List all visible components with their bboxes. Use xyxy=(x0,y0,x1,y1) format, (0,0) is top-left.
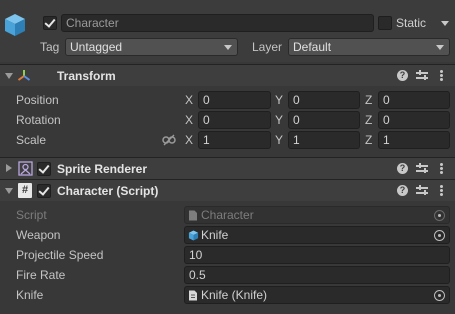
foldout-arrow-icon[interactable] xyxy=(6,164,12,172)
position-label: Position xyxy=(16,93,59,107)
static-dropdown-arrow[interactable] xyxy=(441,21,449,26)
presets-icon[interactable] xyxy=(416,185,428,196)
foldout-arrow-icon[interactable] xyxy=(5,188,13,194)
object-picker-icon[interactable] xyxy=(434,230,445,241)
fire-rate-label: Fire Rate xyxy=(16,268,66,282)
projectile-speed-field[interactable]: 10 xyxy=(184,246,450,264)
layer-value: Default xyxy=(293,40,332,54)
transform-axes-icon xyxy=(17,70,31,81)
help-icon[interactable]: ? xyxy=(397,70,408,81)
scale-y-field[interactable]: 1 xyxy=(288,131,360,149)
presets-icon[interactable] xyxy=(416,70,428,81)
cube-icon xyxy=(188,230,199,241)
cube-icon xyxy=(5,14,25,36)
sprite-renderer-title: Sprite Renderer xyxy=(57,162,148,176)
context-menu-icon[interactable] xyxy=(440,185,443,196)
character-script-header[interactable]: # Character (Script) ? xyxy=(0,179,455,201)
scale-z-label[interactable]: Z xyxy=(365,132,372,148)
transform-header[interactable]: Transform ? xyxy=(0,64,455,86)
rotation-z-field[interactable]: 0 xyxy=(378,111,450,129)
script-value: Character xyxy=(201,208,254,222)
static-checkbox[interactable] xyxy=(378,16,392,30)
sprite-renderer-enabled-checkbox[interactable] xyxy=(37,162,51,176)
projectile-speed-label: Projectile Speed xyxy=(16,248,104,262)
knife-field[interactable]: Knife (Knife) xyxy=(184,286,450,304)
position-y-field[interactable]: 0 xyxy=(288,91,360,109)
scale-x-label[interactable]: X xyxy=(185,132,193,148)
script-file-icon xyxy=(189,210,197,221)
script-component-icon xyxy=(189,290,197,301)
rotation-label: Rotation xyxy=(16,113,61,127)
help-icon[interactable]: ? xyxy=(397,185,408,196)
sprite-renderer-icon xyxy=(18,161,33,176)
sprite-renderer-header[interactable]: Sprite Renderer ? xyxy=(0,157,455,179)
knife-label: Knife xyxy=(16,288,44,302)
gameobject-header: Character Static Tag Untagged Layer Defa… xyxy=(0,0,455,62)
knife-value: Knife (Knife) xyxy=(201,288,268,302)
position-x-field[interactable]: 0 xyxy=(198,91,271,109)
rotation-y-label[interactable]: Y xyxy=(275,112,283,128)
character-script-title: Character (Script) xyxy=(57,184,159,198)
weapon-value: Knife xyxy=(201,228,229,242)
scale-x-field[interactable]: 1 xyxy=(198,131,271,149)
rotation-x-label[interactable]: X xyxy=(185,112,193,128)
presets-icon[interactable] xyxy=(416,163,428,174)
rotation-y-field[interactable]: 0 xyxy=(288,111,360,129)
scale-y-label[interactable]: Y xyxy=(275,132,283,148)
layer-label: Layer xyxy=(252,40,283,54)
scale-z-field[interactable]: 1 xyxy=(378,131,450,149)
position-z-label[interactable]: Z xyxy=(365,92,372,108)
context-menu-icon[interactable] xyxy=(440,70,443,81)
object-picker-icon[interactable] xyxy=(434,290,445,301)
character-script-enabled-checkbox[interactable] xyxy=(37,184,51,198)
csharp-script-icon: # xyxy=(18,183,32,198)
weapon-field[interactable]: Knife xyxy=(184,226,450,244)
link-icon[interactable] xyxy=(162,134,176,146)
position-z-field[interactable]: 0 xyxy=(378,91,450,109)
script-label: Script xyxy=(16,208,47,222)
script-field: Character xyxy=(184,206,450,224)
chevron-down-icon xyxy=(436,45,444,50)
layer-dropdown[interactable]: Default xyxy=(288,38,450,56)
chevron-down-icon xyxy=(224,45,232,50)
rotation-x-field[interactable]: 0 xyxy=(198,111,271,129)
scale-label: Scale xyxy=(16,133,47,147)
position-y-label[interactable]: Y xyxy=(275,92,283,108)
rotation-z-label[interactable]: Z xyxy=(365,112,372,128)
position-x-label[interactable]: X xyxy=(185,92,193,108)
object-picker-icon xyxy=(434,210,445,221)
active-checkbox[interactable] xyxy=(43,16,57,30)
fire-rate-field[interactable]: 0.5 xyxy=(184,266,450,284)
object-name-field[interactable]: Character xyxy=(61,14,374,32)
weapon-label: Weapon xyxy=(16,228,61,242)
help-icon[interactable]: ? xyxy=(397,163,408,174)
foldout-arrow-icon[interactable] xyxy=(5,73,13,79)
tag-value: Untagged xyxy=(70,40,123,54)
context-menu-icon[interactable] xyxy=(440,163,443,174)
tag-dropdown[interactable]: Untagged xyxy=(65,38,238,56)
static-label: Static xyxy=(396,16,427,30)
transform-title: Transform xyxy=(57,69,116,83)
tag-label: Tag xyxy=(40,40,60,54)
